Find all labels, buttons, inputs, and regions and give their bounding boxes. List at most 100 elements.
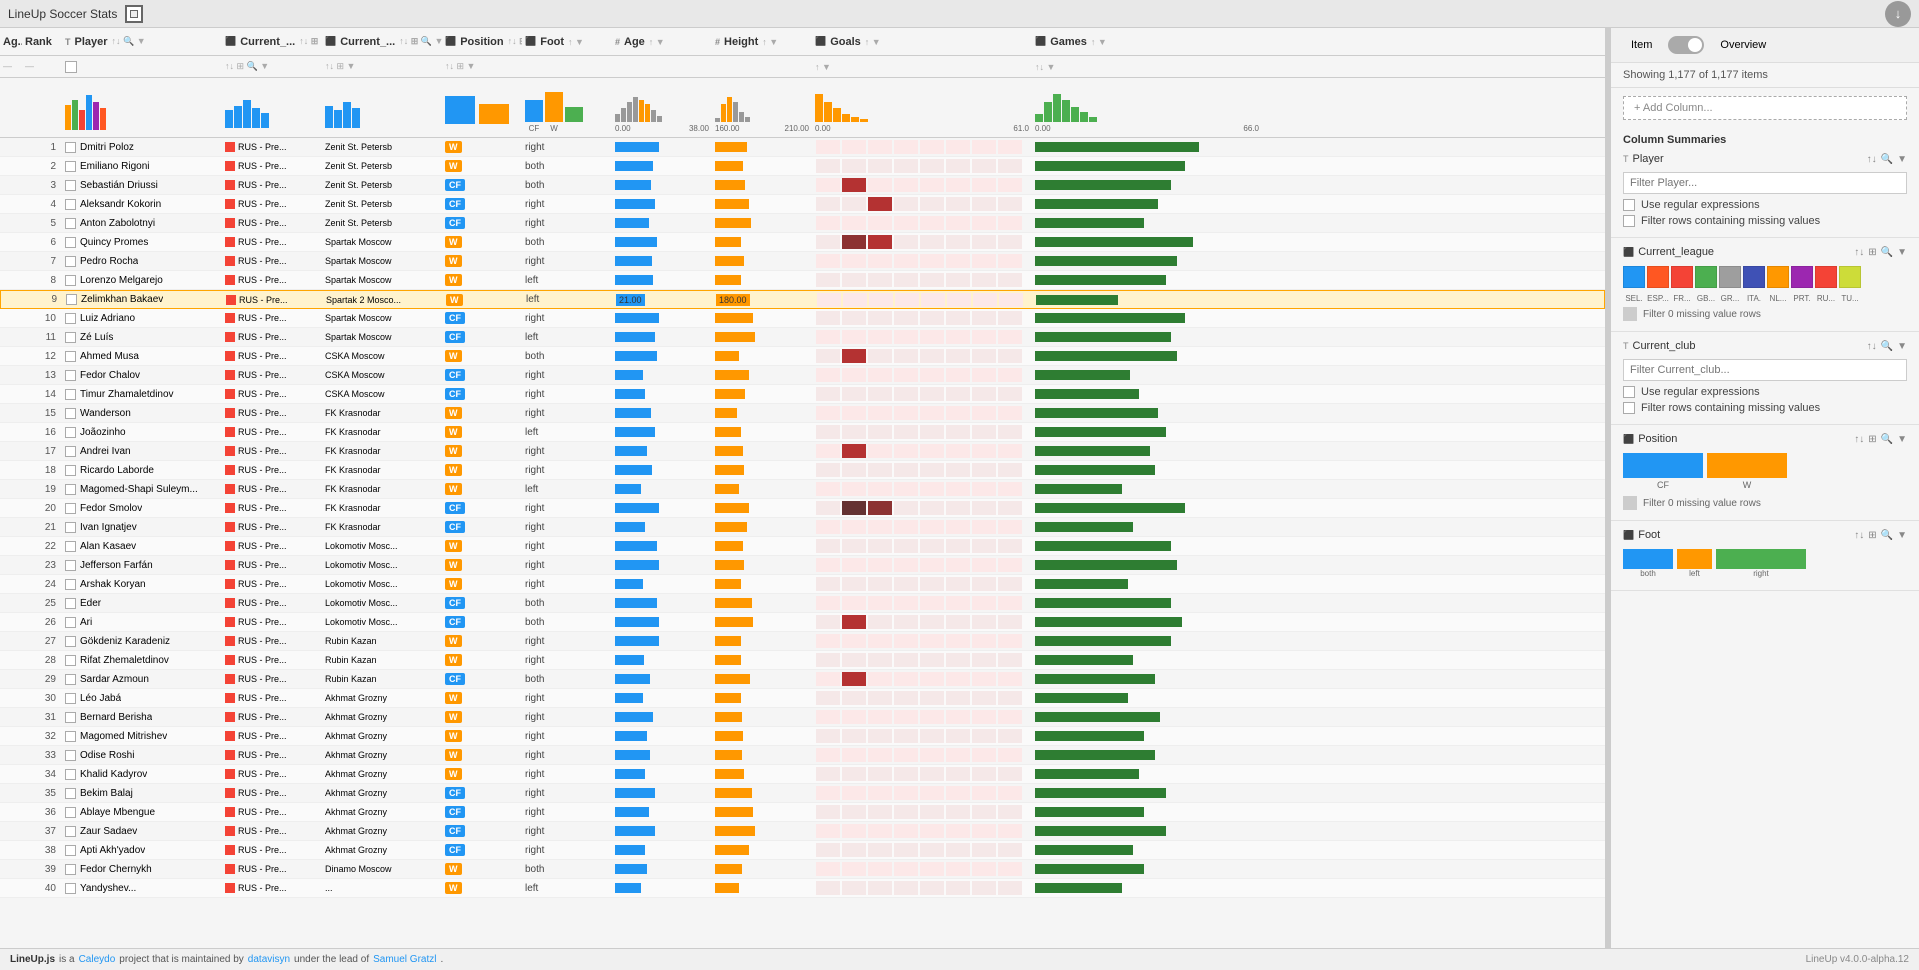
table-row[interactable]: 21 Ivan Ignatjev RUS - Pre... FK Krasnod… [0, 518, 1605, 537]
pos-w-block[interactable]: W [1707, 453, 1787, 490]
table-row[interactable]: 13 Fedor Chalov RUS - Pre... CSKA Moscow… [0, 366, 1605, 385]
table-row[interactable]: 29 Sardar Azmoun RUS - Pre... Rubin Kaza… [0, 670, 1605, 689]
row-checkbox[interactable] [65, 655, 76, 666]
table-row[interactable]: 20 Fedor Smolov RUS - Pre... FK Krasnoda… [0, 499, 1605, 518]
club-menu-icon[interactable]: ▼ [1897, 341, 1907, 352]
foot-table-icon[interactable]: ⊞ [1868, 530, 1876, 541]
row-checkbox[interactable] [65, 807, 76, 818]
position-missing-box[interactable] [1623, 496, 1637, 510]
pos-sort-icon[interactable]: ↑↓ [1854, 434, 1864, 445]
row-checkbox[interactable] [66, 294, 77, 305]
club-filter-icon[interactable]: 🔍 [1881, 341, 1893, 352]
league-prt-box[interactable] [1791, 266, 1813, 288]
table-row[interactable]: 30 Léo Jabá RUS - Pre... Akhmat Grozny W… [0, 689, 1605, 708]
league-esp-box[interactable] [1647, 266, 1669, 288]
table-row[interactable]: 34 Khalid Kadyrov RUS - Pre... Akhmat Gr… [0, 765, 1605, 784]
view-toggle[interactable] [1668, 36, 1704, 54]
row-checkbox[interactable] [65, 313, 76, 324]
pos-table-icon[interactable]: ⊞ [1868, 434, 1876, 445]
row-checkbox[interactable] [65, 636, 76, 647]
table-row[interactable]: 5 Anton Zabolotnyi RUS - Pre... Zenit St… [0, 214, 1605, 233]
league-ru-box[interactable] [1815, 266, 1837, 288]
league-menu-icon[interactable]: ▼ [1897, 247, 1907, 258]
row-checkbox[interactable] [65, 674, 76, 685]
league-tu-box[interactable] [1839, 266, 1861, 288]
row-checkbox[interactable] [65, 484, 76, 495]
player-regex-checkbox[interactable] [1623, 199, 1635, 211]
table-row[interactable]: 12 Ahmed Musa RUS - Pre... CSKA Moscow W… [0, 347, 1605, 366]
table-row[interactable]: 36 Ablaye Mbengue RUS - Pre... Akhmat Gr… [0, 803, 1605, 822]
table-row[interactable]: 25 Éder RUS - Pre... Lokomotiv Mosc... C… [0, 594, 1605, 613]
table-row[interactable]: 4 Aleksandr Kokorin RUS - Pre... Zenit S… [0, 195, 1605, 214]
row-checkbox[interactable] [65, 389, 76, 400]
row-checkbox[interactable] [65, 161, 76, 172]
table-row[interactable]: 8 Lorenzo Melgarejo RUS - Pre... Spartak… [0, 271, 1605, 290]
foot-filter-icon[interactable]: 🔍 [1881, 530, 1893, 541]
table-row[interactable]: 28 Rifat Zhemaletdinov RUS - Pre... Rubi… [0, 651, 1605, 670]
player-checkbox-header[interactable] [65, 61, 77, 73]
footer-samuel-link[interactable]: Samuel Gratzl [373, 954, 436, 965]
table-row[interactable]: 31 Bernard Berisha RUS - Pre... Akhmat G… [0, 708, 1605, 727]
foot-sort-icon[interactable]: ↑↓ [1854, 530, 1864, 541]
table-row[interactable]: 23 Jefferson Farfán RUS - Pre... Lokomot… [0, 556, 1605, 575]
player-menu-icon[interactable]: ▼ [1897, 154, 1907, 165]
row-checkbox[interactable] [65, 522, 76, 533]
row-checkbox[interactable] [65, 465, 76, 476]
table-row[interactable]: 22 Alan Kasaev RUS - Pre... Lokomotiv Mo… [0, 537, 1605, 556]
row-checkbox[interactable] [65, 427, 76, 438]
download-button[interactable]: ↓ [1885, 1, 1911, 27]
row-checkbox[interactable] [65, 503, 76, 514]
footer-caleydo-link[interactable]: Caleydo [79, 954, 116, 965]
foot-menu-icon[interactable]: ▼ [1897, 530, 1907, 541]
pos-menu-icon[interactable]: ▼ [1897, 434, 1907, 445]
table-row[interactable]: 1 Dmitri Poloz RUS - Pre... Zenit St. Pe… [0, 138, 1605, 157]
row-checkbox[interactable] [65, 256, 76, 267]
club-regex-checkbox[interactable] [1623, 386, 1635, 398]
table-row[interactable]: 19 Magomed-Shapi Suleym... RUS - Pre... … [0, 480, 1605, 499]
row-checkbox[interactable] [65, 579, 76, 590]
table-row[interactable]: 15 Wanderson RUS - Pre... FK Krasnodar W… [0, 404, 1605, 423]
row-checkbox[interactable] [65, 617, 76, 628]
row-checkbox[interactable] [65, 541, 76, 552]
club-sort-icon[interactable]: ↑↓ [1867, 341, 1877, 352]
table-row[interactable]: 6 Quincy Promes RUS - Pre... Spartak Mos… [0, 233, 1605, 252]
table-row[interactable]: 3 Sebastián Driussi RUS - Pre... Zenit S… [0, 176, 1605, 195]
row-checkbox[interactable] [65, 731, 76, 742]
table-row[interactable]: 9 Zelimkhan Bakaev RUS - Pre... Spartak … [0, 290, 1605, 309]
table-row[interactable]: 32 Magomed Mitrishev RUS - Pre... Akhmat… [0, 727, 1605, 746]
row-checkbox[interactable] [65, 560, 76, 571]
league-ita-box[interactable] [1743, 266, 1765, 288]
row-checkbox[interactable] [65, 237, 76, 248]
row-checkbox[interactable] [65, 712, 76, 723]
player-filter-icon[interactable]: 🔍 [1881, 154, 1893, 165]
foot-right-block[interactable]: right [1716, 549, 1806, 578]
table-row[interactable]: 37 Zaur Sadaev RUS - Pre... Akhmat Grozn… [0, 822, 1605, 841]
table-row[interactable]: 38 Apti Akh'yadov RUS - Pre... Akhmat Gr… [0, 841, 1605, 860]
league-fr-box[interactable] [1671, 266, 1693, 288]
league-gb-box[interactable] [1695, 266, 1717, 288]
item-view-button[interactable]: Item [1623, 36, 1660, 54]
league-table-icon[interactable]: ⊞ [1868, 247, 1876, 258]
row-checkbox[interactable] [65, 864, 76, 875]
row-checkbox[interactable] [65, 199, 76, 210]
overview-view-button[interactable]: Overview [1712, 36, 1774, 54]
row-checkbox[interactable] [65, 598, 76, 609]
add-column-button[interactable]: + Add Column... [1623, 96, 1907, 120]
league-missing-box[interactable] [1623, 307, 1637, 321]
table-row[interactable]: 35 Bekim Balaj RUS - Pre... Akhmat Grozn… [0, 784, 1605, 803]
row-checkbox[interactable] [65, 883, 76, 894]
table-row[interactable]: 16 Joãozinho RUS - Pre... FK Krasnodar W… [0, 423, 1605, 442]
row-checkbox[interactable] [65, 845, 76, 856]
club-missing-checkbox[interactable] [1623, 402, 1635, 414]
club-filter-input[interactable] [1623, 359, 1907, 381]
table-row[interactable]: 24 Arshak Koryan RUS - Pre... Lokomotiv … [0, 575, 1605, 594]
table-row[interactable]: 26 Ari RUS - Pre... Lokomotiv Mosc... CF… [0, 613, 1605, 632]
player-missing-checkbox[interactable] [1623, 215, 1635, 227]
footer-datavisyn-link[interactable]: datavisyn [248, 954, 290, 965]
table-row[interactable]: 2 Emiliano Rigoni RUS - Pre... Zenit St.… [0, 157, 1605, 176]
league-gr-box[interactable] [1719, 266, 1741, 288]
league-filter-icon[interactable]: 🔍 [1881, 247, 1893, 258]
row-checkbox[interactable] [65, 750, 76, 761]
row-checkbox[interactable] [65, 769, 76, 780]
save-icon[interactable] [125, 5, 143, 23]
